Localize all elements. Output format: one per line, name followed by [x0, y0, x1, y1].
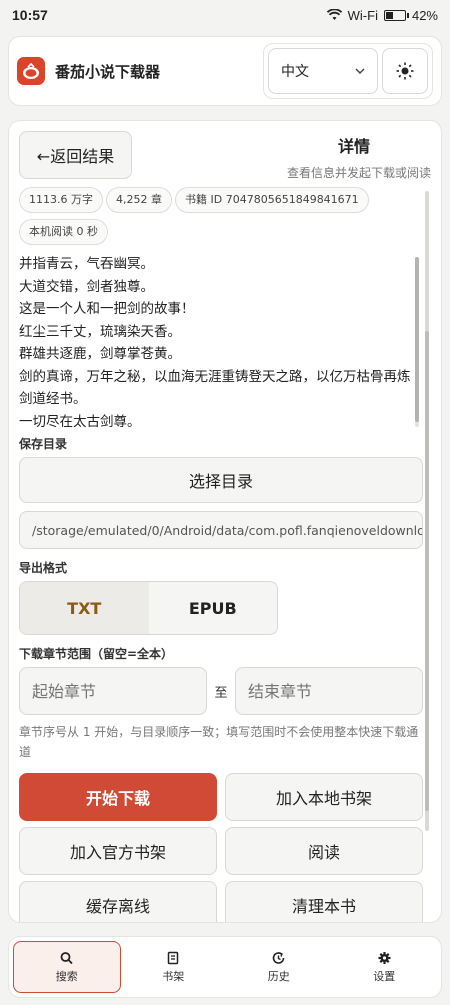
save-path-field: /storage/emulated/0/Android/data/com.pof… — [19, 511, 423, 549]
chapter-count-chip: 4,252 章 — [106, 187, 172, 213]
nav-bookshelf-label: 书架 — [162, 969, 185, 983]
detail-scroll-area[interactable]: 1113.6 万字 4,252 章书籍 ID 704780565184984167… — [9, 187, 441, 922]
theme-toggle-button[interactable] — [382, 48, 428, 94]
page-scrollbar[interactable] — [425, 191, 429, 831]
book-id-chip: 书籍 ID 7047805651849841671 — [175, 187, 369, 213]
page-title: 详情 — [337, 137, 370, 156]
clean-book-button[interactable]: 清理本书 — [225, 881, 423, 922]
status-bar: 10:57 Wi-Fi 42% — [0, 0, 450, 30]
description-line: 剑的真谛，万年之秘，以血海无涯重铸登天之路，以亿万枯骨再炼剑道经书。 — [19, 368, 411, 408]
description-line: 群雄共逐鹿，剑尊掌苍黄。 — [19, 346, 181, 362]
description-scrollbar[interactable] — [415, 257, 419, 427]
battery-icon — [383, 9, 409, 21]
export-epub-option[interactable]: EPUB — [149, 582, 278, 634]
nav-settings-label: 设置 — [373, 969, 396, 983]
description-line: 大道交错，剑者独尊。 — [19, 278, 154, 295]
export-txt-option[interactable]: TXT — [20, 582, 149, 634]
description-line: 一切尽在太古剑尊。 — [19, 413, 141, 428]
wifi-label: Wi-Fi — [347, 7, 378, 23]
search-icon — [60, 951, 73, 964]
sun-icon — [396, 62, 414, 80]
start-chapter-input[interactable] — [19, 667, 207, 715]
add-local-shelf-button[interactable]: 加入本地书架 — [225, 773, 423, 821]
detail-card: ←返回结果 详情 查看信息并发起下载或阅读 1113.6 万字 4,252 章书籍… — [8, 120, 442, 923]
read-button[interactable]: 阅读 — [225, 827, 423, 875]
end-chapter-input[interactable] — [235, 667, 423, 715]
wifi-icon — [326, 9, 342, 20]
choose-directory-button[interactable]: 选择目录 — [19, 457, 423, 503]
gear-icon — [378, 951, 391, 964]
description-line: 红尘三千丈，琉璃染天香。 — [19, 323, 181, 340]
description-line: 这是一个人和一把剑的故事！ — [19, 301, 195, 317]
nav-history-label: 历史 — [267, 969, 290, 983]
chapter-range-label: 下载章节范围（留空=全本） — [19, 647, 174, 661]
range-hint: 章节序号从 1 开始，与目录顺序一致；填写范围时不会使用整本快速下载通道 — [19, 725, 419, 759]
tomato-logo-icon — [17, 57, 45, 85]
save-dir-label: 保存目录 — [19, 437, 68, 451]
book-description[interactable]: 并指青云，气吞幽冥。 大道交错，剑者独尊。 这是一个人和一把剑的故事！ 红尘三千… — [19, 253, 419, 427]
app-title: 番茄小说下载器 — [55, 62, 161, 81]
description-line: 并指青云，气吞幽冥。 — [19, 256, 154, 272]
bookshelf-icon — [168, 951, 179, 964]
word-count-chip: 1113.6 万字 — [19, 187, 103, 213]
nav-bookshelf[interactable]: 书架 — [121, 941, 227, 993]
export-format-toggle: TXT EPUB — [19, 581, 278, 635]
read-time-chip: 本机阅读 0 秒 — [19, 219, 108, 245]
battery-percent: 42% — [411, 7, 438, 23]
language-value: 中文 — [281, 64, 309, 80]
export-format-label: 导出格式 — [19, 561, 68, 575]
nav-settings[interactable]: 设置 — [332, 941, 438, 993]
bottom-nav: 搜索 书架 历史 设置 — [8, 936, 442, 998]
history-icon — [272, 951, 285, 964]
cache-offline-button[interactable]: 缓存离线 — [19, 881, 217, 922]
nav-history[interactable]: 历史 — [226, 941, 332, 993]
status-time: 10:57 — [12, 7, 48, 23]
nav-search[interactable]: 搜索 — [13, 941, 121, 993]
range-separator: 至 — [214, 685, 228, 701]
chevron-down-icon — [355, 68, 365, 74]
page-subtitle: 查看信息并发起下载或阅读 — [286, 166, 431, 180]
back-to-results-button[interactable]: ←返回结果 — [19, 131, 132, 179]
book-meta-chips: 1113.6 万字 4,252 章书籍 ID 704780565184984167… — [19, 187, 419, 251]
language-select[interactable]: 中文 — [268, 48, 378, 94]
add-official-shelf-button[interactable]: 加入官方书架 — [19, 827, 217, 875]
start-download-button[interactable]: 开始下载 — [19, 773, 217, 821]
nav-search-label: 搜索 — [55, 969, 78, 983]
app-bar: 番茄小说下载器 中文 — [8, 36, 442, 106]
